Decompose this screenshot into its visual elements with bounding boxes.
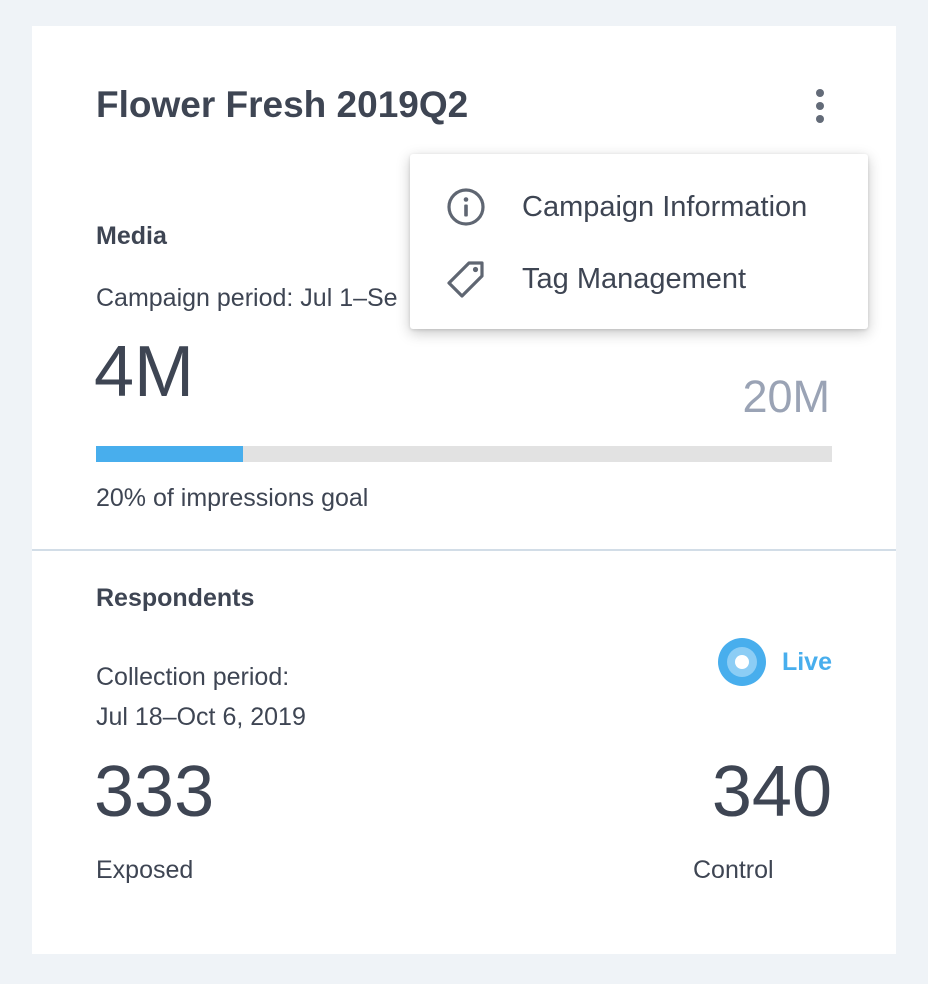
exposed-label: Exposed — [96, 856, 194, 884]
campaign-period: Campaign period: Jul 1–Se — [96, 284, 398, 312]
menu-item-campaign-information[interactable]: Campaign Information — [410, 171, 868, 243]
menu-item-tag-management[interactable]: Tag Management — [410, 243, 868, 315]
control-value: 340 — [711, 752, 832, 832]
exposed-value: 333 — [94, 752, 215, 832]
progress-caption: 20% of impressions goal — [96, 484, 369, 512]
impressions-progress-bar — [96, 446, 832, 462]
collection-period-label: Collection period: — [96, 663, 290, 691]
menu-item-label: Tag Management — [522, 262, 747, 295]
respondents-section-label: Respondents — [96, 584, 255, 612]
options-dropdown-menu: Campaign Information Tag Management — [410, 154, 868, 329]
tag-icon — [447, 261, 484, 298]
media-section-label: Media — [96, 222, 167, 250]
collection-period-dates: Jul 18–Oct 6, 2019 — [96, 703, 306, 731]
info-icon — [447, 188, 485, 226]
section-divider — [32, 549, 896, 551]
impressions-progress-fill — [96, 446, 244, 462]
live-status-text: Live — [781, 647, 832, 676]
impressions-value: 4M — [94, 332, 195, 412]
live-indicator-icon — [717, 638, 766, 686]
kebab-icon — [816, 89, 824, 123]
menu-item-label: Campaign Information — [522, 190, 808, 223]
control-label: Control — [693, 856, 774, 884]
campaign-title: Flower Fresh 2019Q2 — [96, 84, 469, 125]
more-options-button[interactable] — [810, 86, 830, 126]
live-status-badge: Live — [717, 638, 832, 686]
impressions-goal: 20M — [742, 371, 830, 422]
